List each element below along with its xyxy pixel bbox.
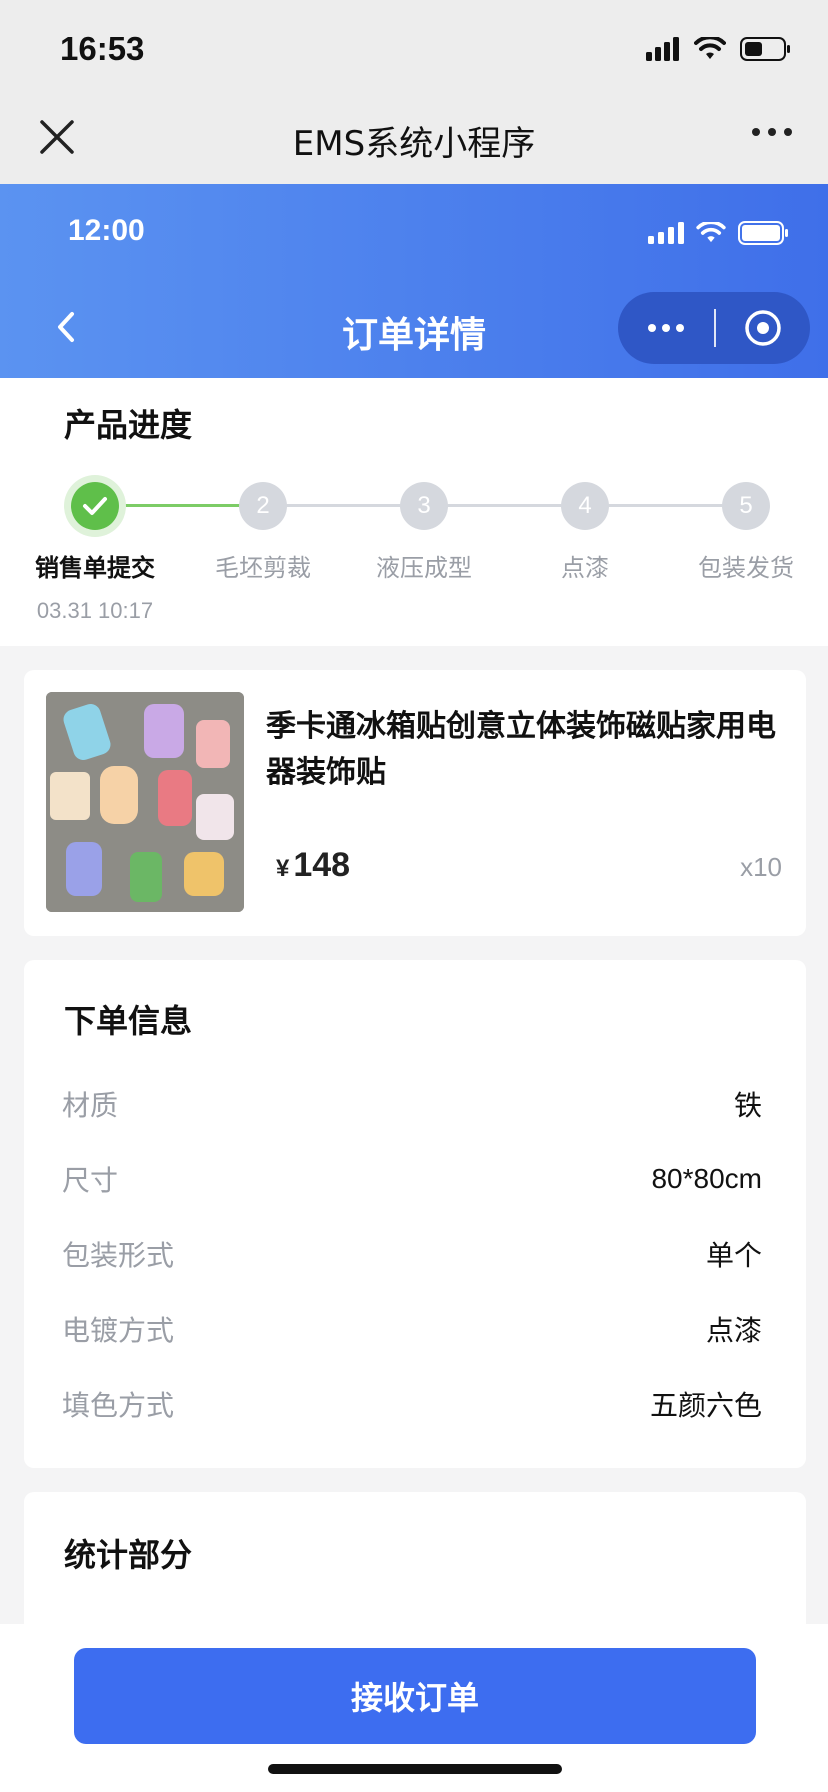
info-value: 铁 bbox=[733, 1090, 762, 1121]
product-price: ¥148 bbox=[276, 846, 350, 885]
wifi-icon bbox=[696, 222, 726, 243]
bottom-action-bar: 接收订单 bbox=[0, 1624, 828, 1792]
info-key: 尺寸 bbox=[62, 1164, 119, 1197]
stats-title: 统计部分 bbox=[64, 1536, 193, 1574]
info-row-packaging: 包装形式 单个 bbox=[62, 1234, 762, 1274]
product-name: 季卡通冰箱贴创意立体装饰磁贴家用电器装饰贴 bbox=[266, 709, 776, 790]
step-connector-done bbox=[118, 504, 240, 507]
system-status-icons bbox=[646, 36, 792, 62]
inner-status-icons bbox=[648, 220, 790, 246]
info-row-material: 材质 铁 bbox=[62, 1084, 762, 1124]
cellular-signal-icon bbox=[648, 222, 684, 244]
mini-program-title: EMS系统小程序 bbox=[292, 124, 536, 164]
step-connector bbox=[447, 504, 563, 507]
step-5-circle: 5 bbox=[722, 482, 770, 530]
cellular-signal-icon bbox=[646, 37, 679, 61]
system-time: 16:53 bbox=[60, 30, 145, 67]
info-key: 电镀方式 bbox=[62, 1314, 175, 1347]
progress-stepper: 2 3 4 5 销售单提交 毛坯剪裁 液压成型 点漆 包装发货 03.31 10… bbox=[0, 378, 828, 623]
step-1-date: 03.31 10:17 bbox=[36, 598, 154, 623]
info-row-plating: 电镀方式 点漆 bbox=[62, 1309, 762, 1349]
step-1-label: 销售单提交 bbox=[35, 554, 155, 582]
order-info-section: 下单信息 材质 铁 尺寸 80*80cm 包装形式 单个 电镀方式 点漆 填色方… bbox=[24, 960, 806, 1468]
step-4-circle: 4 bbox=[561, 482, 609, 530]
more-icon[interactable] bbox=[752, 128, 792, 136]
system-status-bar: 16:53 bbox=[0, 0, 828, 92]
capsule-more-icon[interactable] bbox=[618, 324, 714, 332]
progress-section: 产品进度 2 3 4 5 销售单提交 毛坯剪裁 液压成型 点漆 包装发货 03.… bbox=[0, 378, 828, 646]
inner-time: 12:00 bbox=[68, 214, 145, 247]
info-row-coloring: 填色方式 五颜六色 bbox=[62, 1384, 762, 1424]
battery-icon bbox=[740, 37, 790, 61]
step-connector bbox=[608, 504, 724, 507]
info-value: 单个 bbox=[705, 1240, 762, 1271]
step-1-check-icon bbox=[71, 482, 119, 530]
battery-icon bbox=[738, 221, 788, 245]
mini-program-nav: EMS系统小程序 bbox=[0, 92, 828, 184]
wifi-icon bbox=[694, 37, 726, 59]
home-indicator[interactable] bbox=[268, 1764, 562, 1774]
step-5-label: 包装发货 bbox=[698, 554, 794, 582]
capsule-close-icon[interactable] bbox=[716, 309, 810, 347]
accept-order-button[interactable]: 接收订单 bbox=[74, 1648, 756, 1744]
step-3-label: 液压成型 bbox=[376, 554, 472, 582]
info-value: 80*80cm bbox=[651, 1163, 762, 1194]
info-row-size: 尺寸 80*80cm bbox=[62, 1159, 762, 1199]
step-connector bbox=[286, 504, 402, 507]
step-2-label: 毛坯剪裁 bbox=[215, 554, 311, 582]
product-card[interactable]: 季卡通冰箱贴创意立体装饰磁贴家用电器装饰贴 ¥148 x10 bbox=[24, 670, 806, 936]
product-image bbox=[46, 692, 244, 912]
price-value: 148 bbox=[293, 846, 351, 884]
step-4-label: 点漆 bbox=[561, 554, 609, 582]
product-quantity: x10 bbox=[740, 852, 782, 882]
info-value: 点漆 bbox=[705, 1315, 762, 1346]
info-value: 五颜六色 bbox=[649, 1390, 762, 1421]
step-3-circle: 3 bbox=[400, 482, 448, 530]
mini-program-capsule bbox=[618, 292, 810, 364]
step-2-circle: 2 bbox=[239, 482, 287, 530]
order-info-title: 下单信息 bbox=[64, 1002, 193, 1040]
info-key: 材质 bbox=[62, 1089, 119, 1122]
page-header: 12:00 订单详情 bbox=[0, 184, 828, 378]
info-key: 包装形式 bbox=[62, 1239, 175, 1272]
info-key: 填色方式 bbox=[62, 1389, 175, 1422]
price-currency: ¥ bbox=[276, 855, 290, 882]
